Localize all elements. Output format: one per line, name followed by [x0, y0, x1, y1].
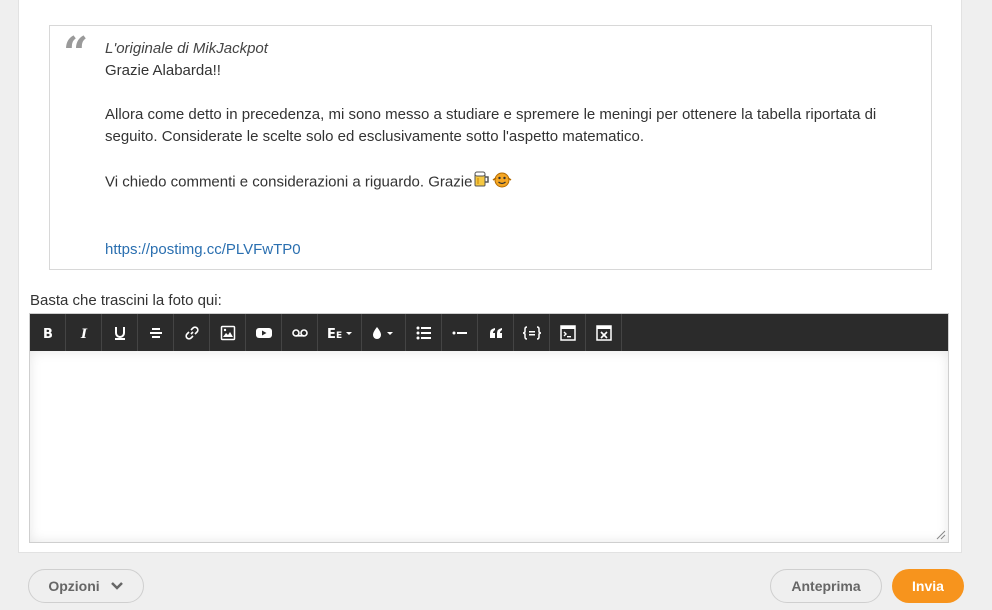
quote-author: L'originale di MikJackpot: [105, 40, 268, 57]
editor-toolbar: B I EE: [30, 314, 948, 351]
svg-text:E: E: [327, 327, 336, 340]
quote-block: “ L'originale di MikJackpot Grazie Alaba…: [49, 25, 932, 270]
editor-textarea[interactable]: [30, 351, 948, 542]
quote-link[interactable]: https://postimg.cc/PLVFwTP0: [105, 241, 301, 258]
resize-grip-icon[interactable]: [936, 530, 946, 540]
send-button[interactable]: Invia: [892, 569, 964, 603]
underline-icon[interactable]: [102, 314, 138, 351]
svg-text:I: I: [80, 327, 88, 340]
quote-icon[interactable]: [478, 314, 514, 351]
spoiler-icon[interactable]: [550, 314, 586, 351]
youtube-icon[interactable]: [246, 314, 282, 351]
preview-button[interactable]: Anteprima: [770, 569, 882, 603]
font-size-icon[interactable]: EE: [318, 314, 362, 351]
quote-paragraph: Vi chiedo commenti e considerazioni a ri…: [105, 170, 925, 195]
quote-line: Grazie Alabarda!!: [105, 62, 221, 79]
quote-body: L'originale di MikJackpot Grazie Alabard…: [105, 38, 925, 261]
bullet-list-icon[interactable]: [406, 314, 442, 351]
text-editor: B I EE: [29, 313, 949, 543]
voicemail-icon[interactable]: [282, 314, 318, 351]
strikethrough-icon[interactable]: [138, 314, 174, 351]
svg-text:B: B: [43, 327, 53, 340]
horizontal-rule-icon[interactable]: [442, 314, 478, 351]
smiley-emoji-icon: [492, 170, 512, 195]
color-drop-icon[interactable]: [362, 314, 406, 351]
chevron-down-icon: [110, 582, 123, 590]
beer-emoji-icon: [473, 170, 491, 195]
quote-mark-icon: “: [63, 28, 89, 79]
options-label: Opzioni: [48, 578, 100, 594]
code-icon[interactable]: [514, 314, 550, 351]
remove-format-icon[interactable]: [586, 314, 622, 351]
quote-text: Vi chiedo commenti e considerazioni a ri…: [105, 173, 473, 191]
drop-photo-label: Basta che trascini la foto qui:: [30, 292, 222, 309]
link-icon[interactable]: [174, 314, 210, 351]
options-button[interactable]: Opzioni: [28, 569, 144, 603]
image-icon[interactable]: [210, 314, 246, 351]
quote-paragraph: Allora come detto in precedenza, mi sono…: [105, 106, 877, 145]
bold-icon[interactable]: B: [30, 314, 66, 351]
svg-text:E: E: [336, 331, 342, 340]
italic-icon[interactable]: I: [66, 314, 102, 351]
